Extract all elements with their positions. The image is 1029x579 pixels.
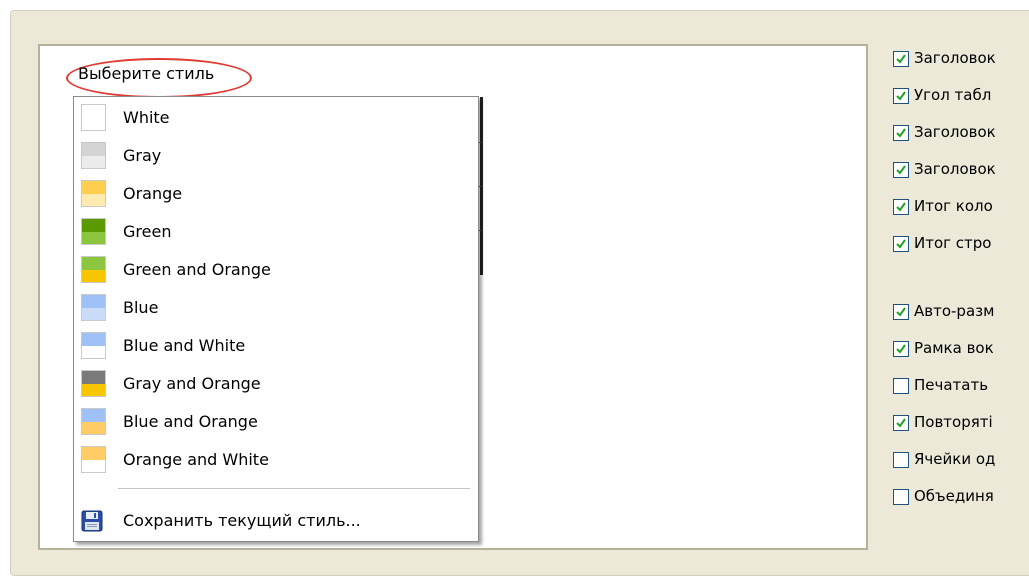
- option-label: Объединя: [914, 487, 994, 505]
- menu-item-label: Gray: [123, 146, 162, 165]
- menu-item-gray-and-orange[interactable]: Gray and Orange: [74, 366, 474, 402]
- checkbox[interactable]: [893, 88, 909, 104]
- checkbox[interactable]: [893, 415, 909, 431]
- menu-item-label: Blue: [123, 298, 159, 317]
- option-cells-same[interactable]: Ячейки од: [893, 449, 1029, 471]
- menu-item-green-and-orange[interactable]: Green and Orange: [74, 252, 474, 288]
- menu-item-label: Green and Orange: [123, 260, 271, 279]
- checkbox[interactable]: [893, 452, 909, 468]
- save-current-style-item[interactable]: Сохранить текущий стиль...: [74, 501, 474, 541]
- swatch-orange-icon: [81, 180, 106, 207]
- checkbox[interactable]: [893, 304, 909, 320]
- option-auto-size[interactable]: Авто-разм: [893, 301, 1029, 323]
- option-label: Печатать: [914, 376, 989, 394]
- option-label: Повторяті: [914, 413, 993, 431]
- checkmark-icon: [896, 239, 906, 249]
- option-header-columns[interactable]: Заголовок: [893, 122, 1029, 144]
- save-current-style-label: Сохранить текущий стиль...: [123, 511, 361, 530]
- checkmark-icon: [896, 128, 906, 138]
- option-header-rows[interactable]: Заголовок: [893, 159, 1029, 181]
- menu-item-label: Orange: [123, 184, 183, 203]
- checkmark-icon: [896, 202, 906, 212]
- option-label: Итог коло: [914, 197, 993, 215]
- option-label: Заголовок: [914, 123, 996, 141]
- choose-style-link[interactable]: Выберите стиль: [78, 64, 214, 83]
- swatch-gray-icon: [81, 142, 106, 169]
- menu-item-white[interactable]: White: [74, 100, 474, 136]
- option-row-totals[interactable]: Итог стро: [893, 233, 1029, 255]
- checkbox[interactable]: [893, 341, 909, 357]
- checkbox[interactable]: [893, 236, 909, 252]
- style-dropdown-menu: White Gray Orange Green Green and Orange…: [73, 96, 479, 542]
- option-repeat[interactable]: Повторяті: [893, 412, 1029, 434]
- option-header-row[interactable]: Заголовок: [893, 48, 1029, 70]
- checkbox[interactable]: [893, 51, 909, 67]
- swatch-white-icon: [81, 104, 106, 131]
- option-print[interactable]: Печатать: [893, 375, 1029, 397]
- option-label: Рамка вок: [914, 339, 994, 357]
- checkmark-icon: [896, 91, 906, 101]
- menu-item-gray[interactable]: Gray: [74, 138, 474, 174]
- swatch-blue-orange-icon: [81, 408, 106, 435]
- menu-item-orange-and-white[interactable]: Orange and White: [74, 442, 474, 478]
- swatch-orange-white-icon: [81, 446, 106, 473]
- menu-item-blue[interactable]: Blue: [74, 290, 474, 326]
- checkbox[interactable]: [893, 162, 909, 178]
- checkmark-icon: [896, 165, 906, 175]
- menu-item-orange[interactable]: Orange: [74, 176, 474, 212]
- menu-item-label: Gray and Orange: [123, 374, 261, 393]
- checkbox[interactable]: [893, 378, 909, 394]
- checkmark-icon: [896, 418, 906, 428]
- menu-item-label: Orange and White: [123, 450, 269, 469]
- menu-item-green[interactable]: Green: [74, 214, 474, 250]
- checkmark-icon: [896, 344, 906, 354]
- swatch-blue-white-icon: [81, 332, 106, 359]
- option-table-corner[interactable]: Угол табл: [893, 85, 1029, 107]
- menu-item-label: Blue and White: [123, 336, 246, 355]
- swatch-blue-icon: [81, 294, 106, 321]
- swatch-green-orange-icon: [81, 256, 106, 283]
- option-merge[interactable]: Объединя: [893, 486, 1029, 508]
- option-label: Авто-разм: [914, 302, 995, 320]
- option-border[interactable]: Рамка вок: [893, 338, 1029, 360]
- option-label: Угол табл: [914, 86, 992, 104]
- option-column-totals[interactable]: Итог коло: [893, 196, 1029, 218]
- option-label: Заголовок: [914, 49, 996, 67]
- menu-item-blue-and-white[interactable]: Blue and White: [74, 328, 474, 364]
- floppy-disk-icon: [81, 510, 103, 532]
- menu-item-label: Green: [123, 222, 172, 241]
- menu-item-blue-and-orange[interactable]: Blue and Orange: [74, 404, 474, 440]
- checkmark-icon: [896, 307, 906, 317]
- checkmark-icon: [896, 54, 906, 64]
- checkbox[interactable]: [893, 489, 909, 505]
- swatch-green-icon: [81, 218, 106, 245]
- swatch-gray-orange-icon: [81, 370, 106, 397]
- menu-item-label: White: [123, 108, 170, 127]
- option-label: Итог стро: [914, 234, 992, 252]
- menu-item-label: Blue and Orange: [123, 412, 258, 431]
- menu-separator: [118, 488, 470, 489]
- option-label: Заголовок: [914, 160, 996, 178]
- checkbox[interactable]: [893, 199, 909, 215]
- checkbox[interactable]: [893, 125, 909, 141]
- option-label: Ячейки од: [914, 450, 996, 468]
